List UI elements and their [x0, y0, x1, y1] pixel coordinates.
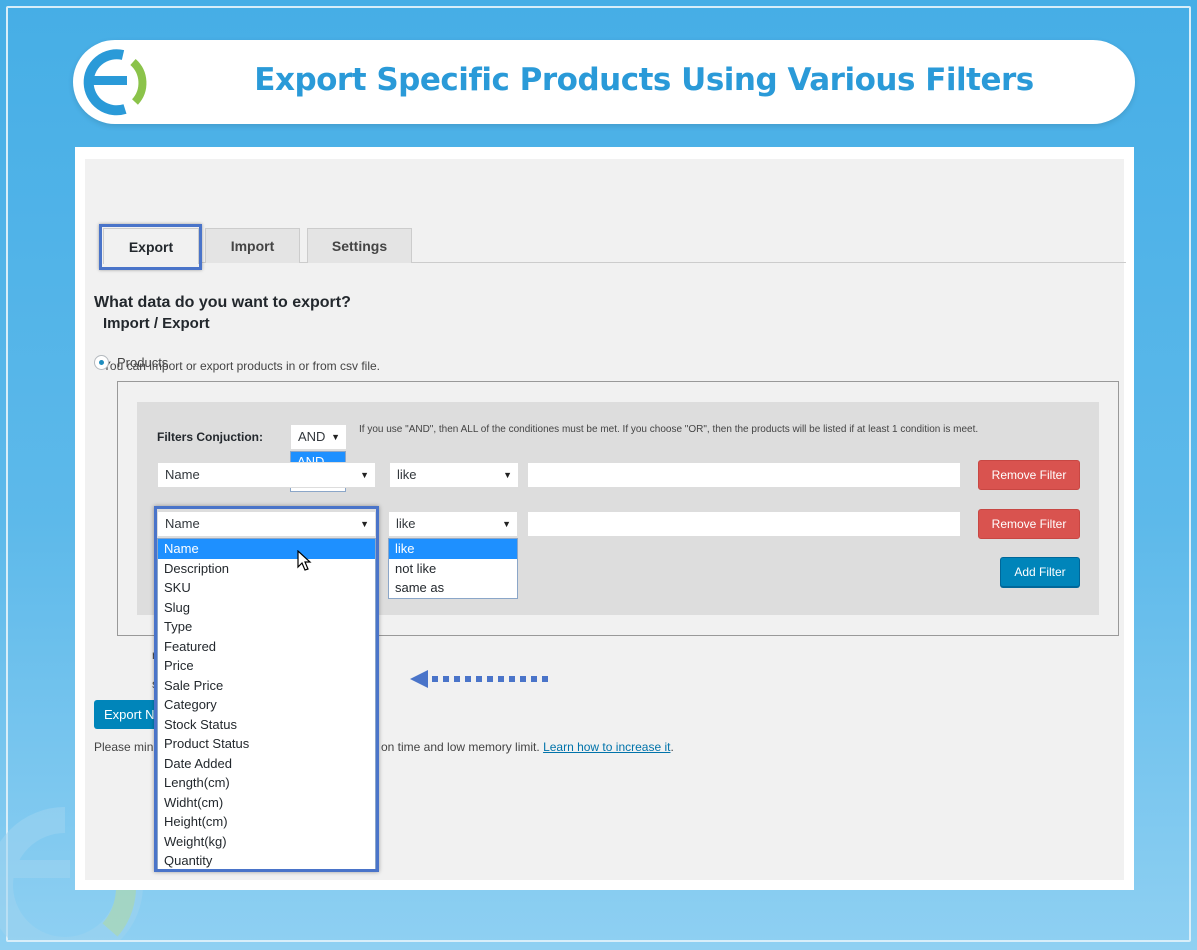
filter-operator-select[interactable]: like ▼ — [389, 462, 519, 488]
field-dropdown-highlight-box — [154, 506, 379, 872]
tab-highlight-box — [99, 224, 202, 270]
banner-title: Export Specific Products Using Various F… — [254, 62, 1034, 98]
pointer-arrow-icon — [410, 670, 552, 693]
increase-memory-link[interactable]: Learn how to increase it — [543, 740, 670, 754]
conjunction-select-value: AND — [298, 429, 326, 444]
conjunction-select[interactable]: AND ▼ — [290, 424, 347, 450]
filter-field-value: Name — [165, 467, 200, 482]
filter-operator-value: like — [396, 516, 416, 531]
memory-note-start: Please min — [94, 740, 154, 754]
conjunction-label: Filters Conjuction: — [157, 430, 263, 444]
chevron-down-icon: ▼ — [331, 432, 340, 442]
chevron-down-icon: ▼ — [502, 519, 511, 529]
chevron-down-icon: ▼ — [503, 470, 512, 480]
filter-operator-value: like — [397, 467, 417, 482]
filter-value-input[interactable] — [527, 511, 961, 537]
memory-note-period: . — [670, 740, 674, 754]
brand-logo-icon — [77, 42, 157, 122]
memory-note-end: on time and low memory limit. Learn how … — [381, 740, 674, 754]
filter-value-input[interactable] — [527, 462, 961, 488]
conjunction-hint: If you use "AND", then ALL of the condit… — [359, 424, 979, 435]
filter-field-select[interactable]: Name ▼ — [157, 462, 376, 488]
products-radio[interactable] — [94, 355, 109, 370]
page-title: Import / Export — [103, 315, 210, 332]
chevron-down-icon: ▼ — [360, 470, 369, 480]
filter-operator-select[interactable]: like ▼ — [388, 511, 518, 537]
products-radio-label: Products — [117, 355, 169, 370]
operator-dropdown: like not like same as — [388, 538, 518, 599]
add-filter-button[interactable]: Add Filter — [1000, 557, 1080, 587]
tab-settings[interactable]: Settings — [307, 228, 412, 263]
mouse-cursor-icon — [297, 549, 313, 577]
remove-filter-button[interactable]: Remove Filter — [978, 460, 1080, 490]
operator-option[interactable]: same as — [389, 578, 517, 598]
remove-filter-button[interactable]: Remove Filter — [978, 509, 1080, 539]
tab-import[interactable]: Import — [205, 228, 300, 263]
operator-option[interactable]: not like — [389, 559, 517, 579]
section-heading: What data do you want to export? — [94, 294, 351, 311]
operator-option[interactable]: like — [389, 539, 517, 559]
banner: Export Specific Products Using Various F… — [73, 40, 1135, 124]
memory-note-text: on time and low memory limit. — [381, 740, 540, 754]
